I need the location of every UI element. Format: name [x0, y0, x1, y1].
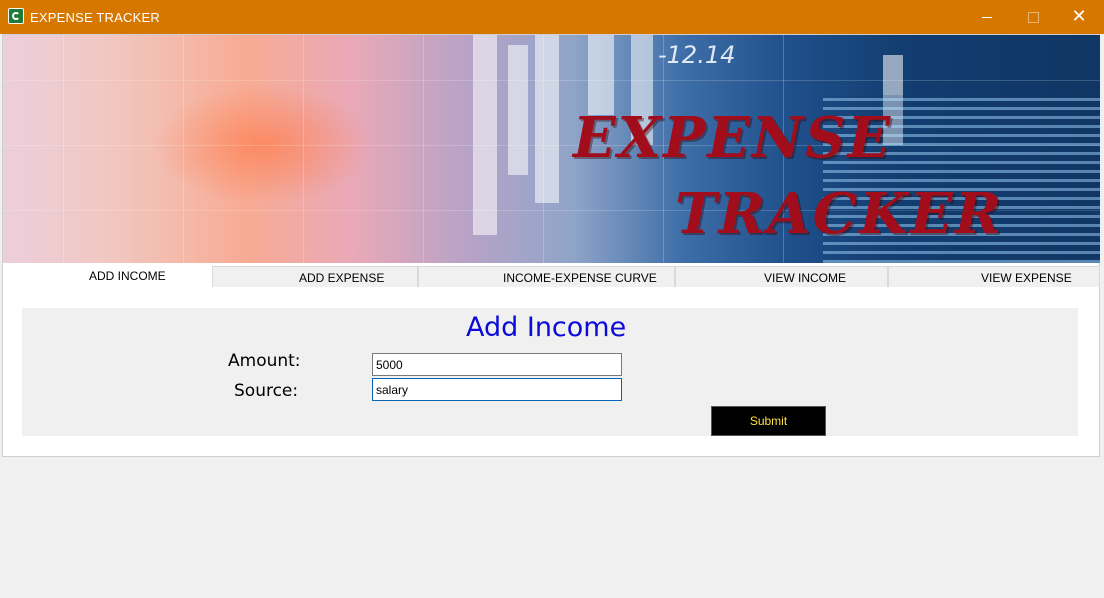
- banner-candle: [588, 35, 614, 115]
- amount-label: Amount:: [228, 351, 301, 371]
- logo-line-1: EXPENSE: [573, 105, 893, 171]
- add-income-panel: Add Income Amount: Source: Submit: [22, 308, 1078, 436]
- banner-image: -12.14 EXPENSE TRACKER: [3, 35, 1100, 263]
- tab-income-expense-curve[interactable]: INCOME-EXPENSE CURVE: [418, 266, 675, 287]
- submit-button[interactable]: Submit: [711, 406, 826, 436]
- banner-candle: [473, 35, 497, 235]
- tab-bar: ADD INCOME ADD EXPENSE INCOME-EXPENSE CU…: [3, 263, 1100, 288]
- logo-line-2: TRACKER: [675, 181, 1004, 247]
- banner-ticker: -12.14: [658, 41, 736, 69]
- close-icon: ✕: [1071, 6, 1087, 27]
- window-title: EXPENSE TRACKER: [30, 10, 160, 25]
- banner-grid-line: [183, 35, 184, 263]
- minimize-button[interactable]: [964, 0, 1010, 34]
- banner-grid-line: [63, 35, 64, 263]
- maximize-button[interactable]: [1010, 0, 1056, 34]
- source-input[interactable]: [372, 378, 622, 401]
- close-button[interactable]: ✕: [1056, 0, 1102, 34]
- tab-view-income[interactable]: VIEW INCOME: [675, 266, 888, 287]
- title-bar[interactable]: EXPENSE TRACKER ✕: [0, 0, 1104, 34]
- banner-grid-line: [423, 35, 424, 263]
- tab-add-income[interactable]: ADD INCOME: [3, 263, 212, 288]
- panel-title: Add Income: [466, 312, 627, 343]
- tab-label: ADD EXPENSE: [299, 271, 385, 285]
- tab-add-expense[interactable]: ADD EXPENSE: [212, 266, 418, 287]
- app-icon: [8, 8, 24, 24]
- banner-candle: [535, 35, 559, 203]
- tab-label: VIEW INCOME: [764, 271, 847, 285]
- amount-input[interactable]: [372, 353, 622, 376]
- banner-candle: [508, 45, 528, 175]
- banner-grid-line: [303, 35, 304, 263]
- tab-label: INCOME-EXPENSE CURVE: [503, 271, 657, 285]
- maximize-icon: [1027, 11, 1039, 23]
- tab-label: VIEW EXPENSE: [981, 271, 1072, 285]
- minimize-icon: [982, 16, 992, 18]
- tab-label: ADD INCOME: [89, 269, 166, 283]
- source-label: Source:: [234, 381, 299, 401]
- tab-view-expense[interactable]: VIEW EXPENSE: [888, 266, 1100, 287]
